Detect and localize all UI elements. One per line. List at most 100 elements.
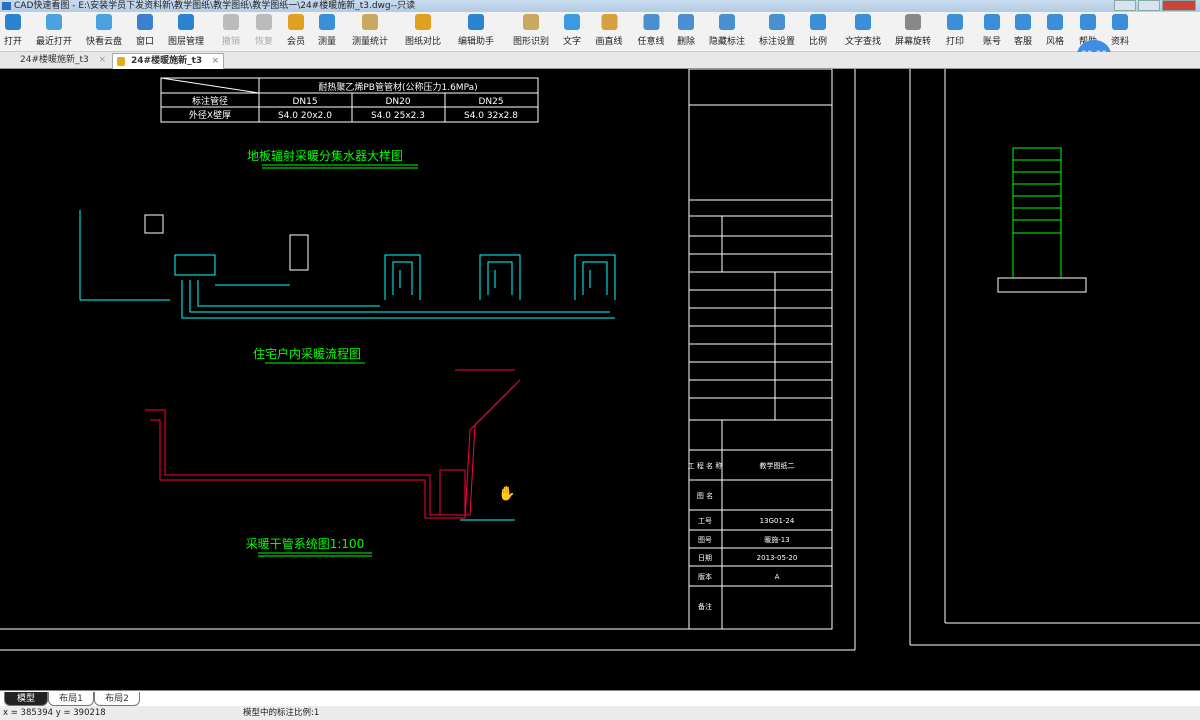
toolbar-button-label: 快看云盘 <box>85 37 123 47</box>
toolbar-button-pen[interactable]: 任意线 <box>637 14 665 47</box>
line-icon <box>600 14 617 30</box>
radiator-detail <box>997 147 1087 293</box>
headset-icon <box>1014 14 1031 30</box>
window-icon <box>136 14 153 30</box>
table-cell: S4.0 20x2.0 <box>278 111 332 121</box>
toolbar-button-user[interactable]: 账号 <box>983 14 1001 47</box>
toolbar-button-label: 画直线 <box>595 37 623 47</box>
toolbar-button-scale[interactable]: 比例 <box>809 14 827 47</box>
toolbar-button-hide[interactable]: 隐藏标注 <box>709 14 745 47</box>
toolbar-button-window[interactable]: 窗口 <box>136 14 154 47</box>
cloud-icon <box>95 14 112 30</box>
title-block-label: 工 程 名 称 <box>688 461 723 470</box>
table-row-label: 标注管径 <box>192 95 228 107</box>
toolbar-button-label: 任意线 <box>637 37 665 47</box>
title-block-value: 2013-05-20 <box>757 554 798 562</box>
toolbar-button-annotation-settings[interactable]: 标注设置 <box>759 14 795 47</box>
toolbar-button-label: 测量 <box>317 37 337 47</box>
toolbar-button-label: 隐藏标注 <box>708 37 746 47</box>
lock-icon <box>117 57 125 66</box>
toolbar-button-redo[interactable]: 恢复 <box>255 14 273 47</box>
toolbar-button-ruler[interactable]: 测量 <box>318 14 336 47</box>
scale-icon <box>809 14 826 30</box>
toolbar-button-label: 最近打开 <box>35 37 73 47</box>
cad-drawing: 耐热聚乙烯PB管管材(公称压力1.6MPa) 标注管径 外径X壁厚 DN15 D… <box>0 68 1200 651</box>
toolbar-button-rotate-screen[interactable]: 屏幕旋转 <box>895 14 931 47</box>
title-block-value: 13G01-24 <box>760 517 795 525</box>
table-row-label: 外径X壁厚 <box>189 109 231 121</box>
close-tab-icon[interactable]: × <box>98 53 106 68</box>
toolbar-button-shape-recognition[interactable]: 图形识别 <box>513 14 549 47</box>
toolbar-button-label: 图纸对比 <box>404 37 442 47</box>
title-block-label: 图号 <box>698 536 712 544</box>
toolbar-button-label: 恢复 <box>254 37 274 47</box>
tab-label: 24#楼暖施新_t3 <box>131 56 203 66</box>
toolbar-button-layers[interactable]: 图层管理 <box>168 14 204 47</box>
tab-document-2[interactable]: 24#楼暖施新_t3 × <box>112 53 224 69</box>
print-icon <box>946 14 963 30</box>
toolbar-button-label: 会员 <box>286 37 306 47</box>
toolbar-button-eraser[interactable]: 删除 <box>677 14 695 47</box>
status-bar: x = 385394 y = 390218 模型中的标注比例:1 <box>0 706 1200 720</box>
toolbar-button-label: 客服 <box>1013 37 1033 47</box>
title-block-frame <box>688 68 833 630</box>
layers-icon <box>177 14 194 30</box>
toolbar: 打开 最近打开 快看云盘 窗口 图层管理 撤销 恢复 会员 测量 测量统计 图纸对比 编辑助手 图形识别… <box>0 12 1200 52</box>
toolbar-button-label: 撤销 <box>221 37 241 47</box>
table-cell: DN25 <box>478 97 503 107</box>
maximize-button[interactable] <box>1138 0 1160 11</box>
tab-layout2[interactable]: 布局2 <box>94 692 140 706</box>
toolbar-button-edit-assistant[interactable]: 编辑助手 <box>458 14 494 47</box>
toolbar-button-label: 账号 <box>982 37 1002 47</box>
title-bar: CAD快速看图 - E:\安装学员下发资料新\教学图纸\教学图纸\教学图纸一\2… <box>0 0 1200 12</box>
table-cell: DN20 <box>385 97 410 107</box>
minimize-button[interactable] <box>1114 0 1136 11</box>
drawing-title: 地板辐射采暖分集水器大样图 <box>247 148 403 163</box>
toolbar-button-label: 删除 <box>676 37 696 47</box>
toolbar-button-label: 测量统计 <box>351 37 389 47</box>
hide-icon <box>718 14 735 30</box>
title-block-label: 版本 <box>698 572 712 581</box>
edit-assistant-icon <box>467 14 484 30</box>
document-tabs: 24#楼暖施新_t3 × 24#楼暖施新_t3 × <box>0 52 1200 69</box>
toolbar-button-label: 风格 <box>1045 37 1065 47</box>
toolbar-button-documents[interactable]: 资料 <box>1111 14 1129 47</box>
title-block-label: 工号 <box>698 517 712 525</box>
close-tab-icon[interactable]: × <box>211 54 219 69</box>
table-cell: S4.0 32x2.8 <box>464 111 518 121</box>
coordinates-readout: x = 385394 y = 390218 <box>3 708 106 718</box>
toolbar-button-cloud[interactable]: 快看云盘 <box>86 14 122 47</box>
heating-pipe-system <box>145 369 521 519</box>
toolbar-button-label: 打印 <box>945 37 965 47</box>
tab-label: 24#楼暖施新_t3 <box>20 55 89 65</box>
user-icon <box>983 14 1000 30</box>
toolbar-button-clock[interactable]: 最近打开 <box>36 14 72 47</box>
toolbar-button-label: 窗口 <box>135 37 155 47</box>
drawing-canvas[interactable]: 耐热聚乙烯PB管管材(公称压力1.6MPa) 标注管径 外径X壁厚 DN15 D… <box>0 68 1200 690</box>
toolbar-button-measure-stats[interactable]: 测量统计 <box>352 14 388 47</box>
table-header: 耐热聚乙烯PB管管材(公称压力1.6MPa) <box>318 81 477 93</box>
tab-model[interactable]: 模型 <box>4 692 48 706</box>
toolbar-button-headset[interactable]: 客服 <box>1014 14 1032 47</box>
toolbar-button-text[interactable]: 文字 <box>563 14 581 47</box>
toolbar-button-text-search[interactable]: 文字查找 <box>845 14 881 47</box>
drawing-title: 住宅户内采暖流程图 <box>253 346 361 361</box>
tab-layout1[interactable]: 布局1 <box>48 692 94 706</box>
toolbar-button-style[interactable]: 风格 <box>1046 14 1064 47</box>
toolbar-button-undo[interactable]: 撤销 <box>222 14 240 47</box>
toolbar-button-line[interactable]: 画直线 <box>595 14 623 47</box>
shape-recognition-icon <box>522 14 539 30</box>
close-button[interactable] <box>1162 0 1196 11</box>
tab-document-1[interactable]: 24#楼暖施新_t3 × <box>2 53 110 69</box>
toolbar-button-vip[interactable]: 会员 <box>287 14 305 47</box>
title-block-label: 图 名 <box>697 491 713 500</box>
eraser-icon <box>677 14 694 30</box>
rotate-screen-icon <box>904 14 921 30</box>
toolbar-button-print[interactable]: 打印 <box>946 14 964 47</box>
annotation-scale: 模型中的标注比例:1 <box>243 708 320 718</box>
toolbar-button-compare[interactable]: 图纸对比 <box>405 14 441 47</box>
table-cell: DN15 <box>292 97 317 107</box>
style-icon <box>1046 14 1063 30</box>
toolbar-button-folder[interactable]: 打开 <box>4 14 22 47</box>
title-block-label: 备注 <box>698 602 712 611</box>
